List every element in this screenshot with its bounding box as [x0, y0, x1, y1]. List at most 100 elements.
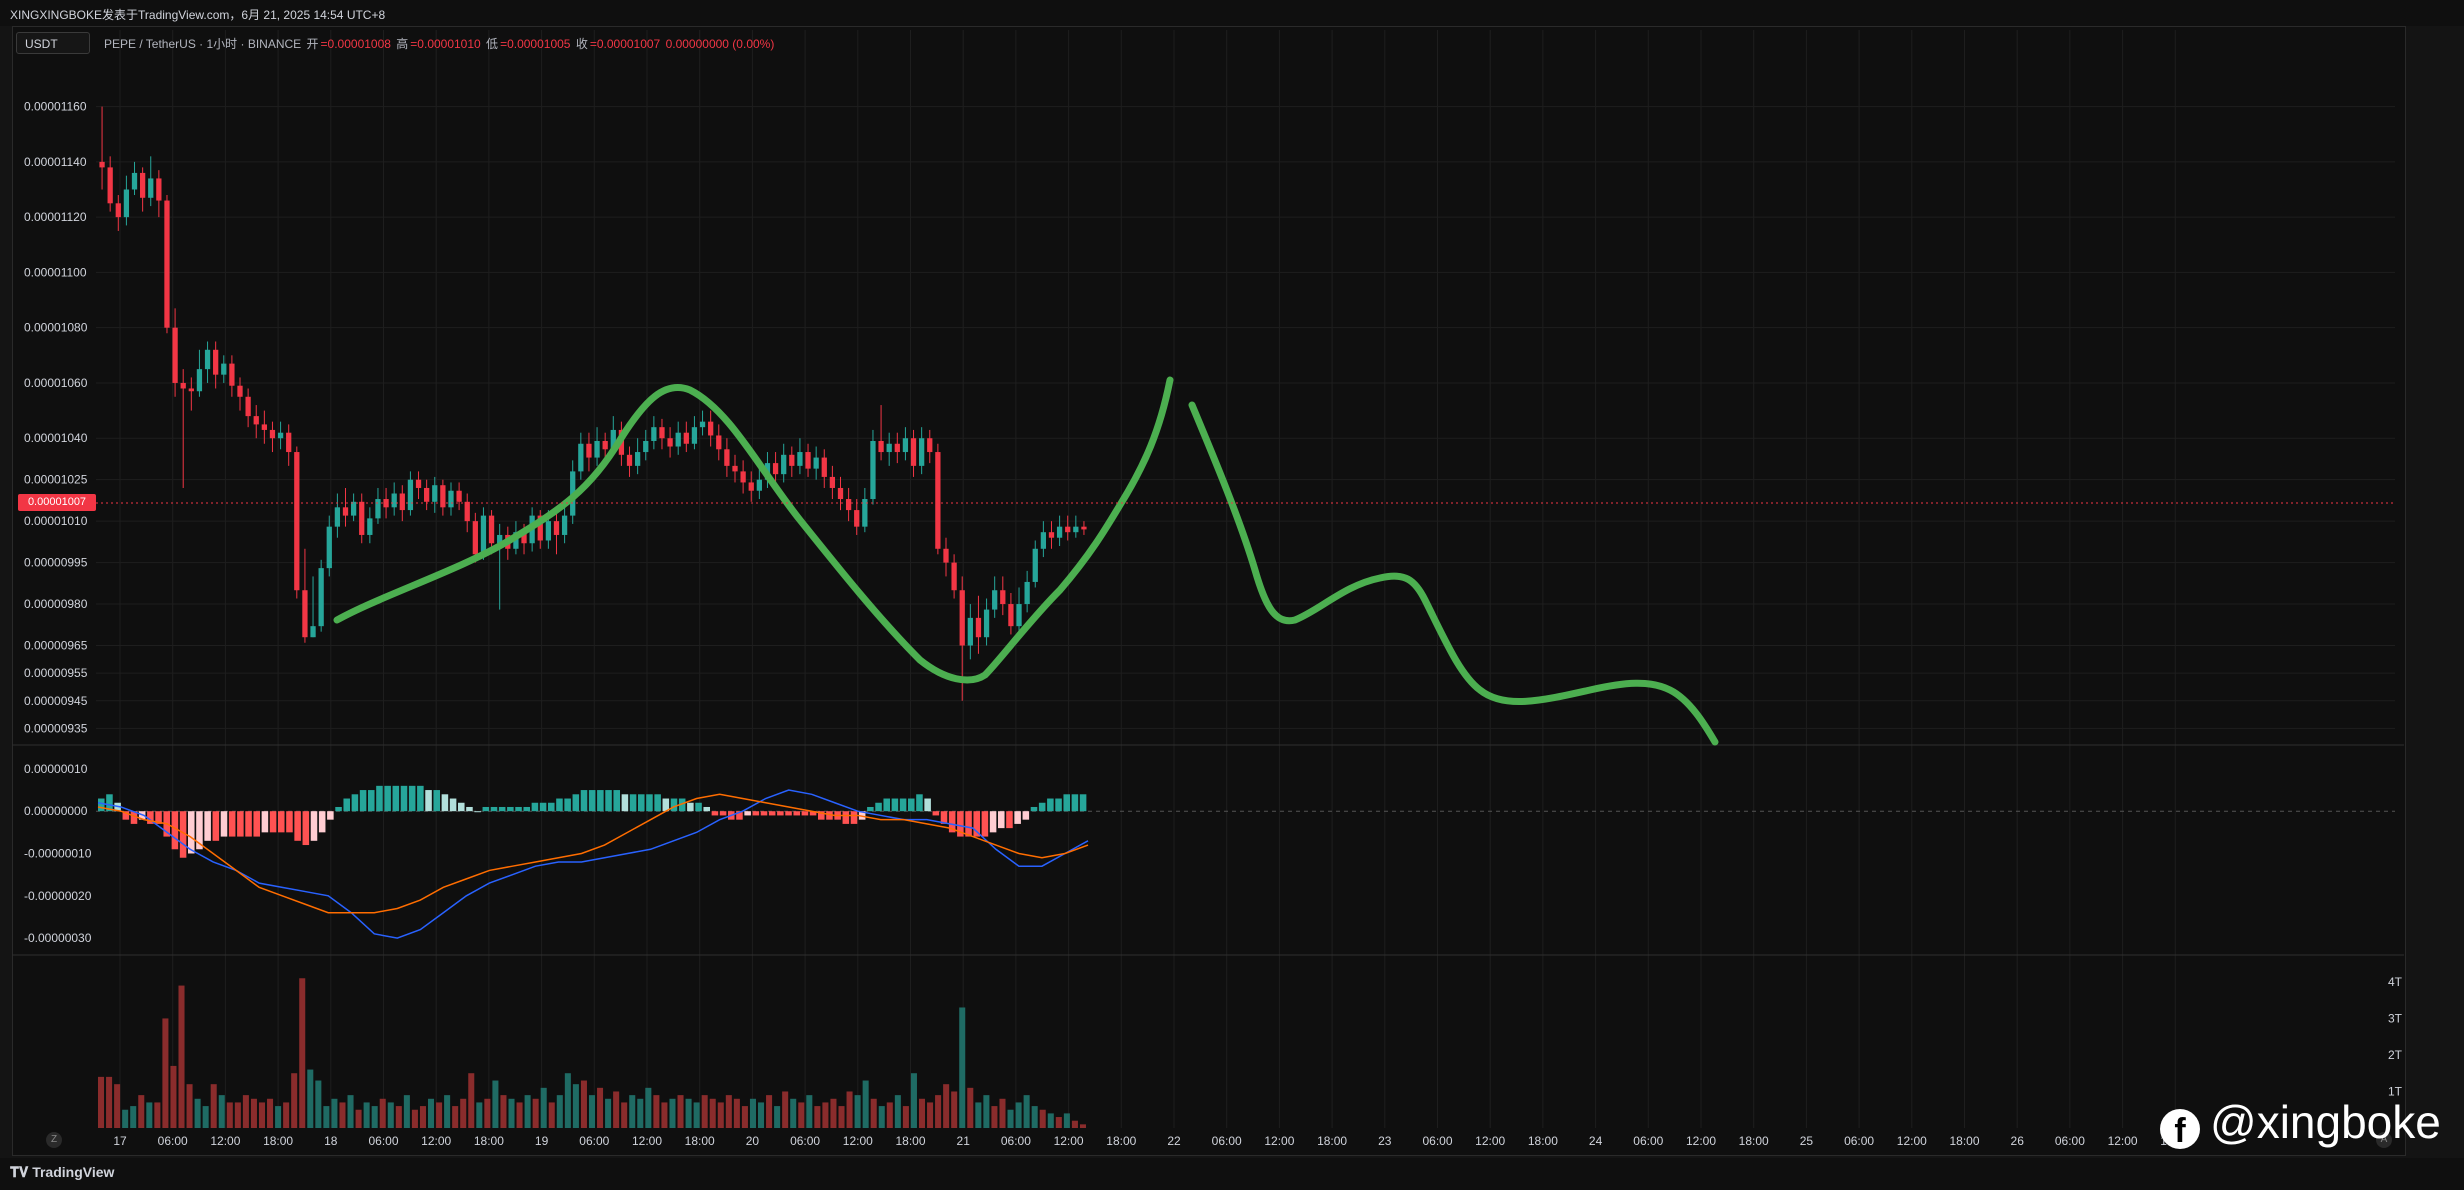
macd-hist-bar	[376, 785, 383, 812]
volume-bar	[1079, 1124, 1086, 1128]
candle-body	[367, 518, 373, 535]
watermark-handle: @xingboke	[2210, 1096, 2441, 1148]
volume-bar	[878, 1106, 885, 1128]
candlestick-series	[99, 106, 1087, 701]
candle-body	[1065, 526, 1071, 533]
macd-hist-bar	[981, 811, 989, 837]
macd-hist-bar	[605, 790, 612, 812]
macd-hist-bar	[261, 811, 269, 833]
candle-body	[1048, 532, 1055, 538]
volume-bar	[524, 1095, 531, 1128]
macd-hist-bar	[899, 798, 907, 812]
candle-body	[927, 438, 933, 453]
macd-hist-bar	[351, 794, 359, 812]
candle-body	[951, 562, 957, 591]
volume-bar	[1063, 1113, 1070, 1128]
candle-body	[781, 454, 787, 475]
volume-bar	[1047, 1113, 1054, 1128]
symbol-search-box[interactable]: USDT	[16, 32, 90, 54]
candle-body	[651, 427, 657, 441]
macd-hist-bar	[621, 794, 629, 812]
volume-bar	[556, 1095, 563, 1128]
candle-body	[1073, 526, 1079, 533]
macd-hist-bar	[768, 811, 776, 816]
macd-hist-bar	[744, 811, 751, 816]
volume-bar	[411, 1109, 418, 1128]
macd-hist-bar	[237, 811, 244, 837]
macd-hist-bar	[867, 806, 874, 812]
macd-hist-bar	[842, 811, 850, 824]
macd-hist-bar	[245, 811, 252, 837]
volume-bar	[170, 1065, 177, 1128]
macd-hist-bar	[253, 811, 260, 837]
macd-hist-bar	[916, 794, 923, 812]
candle-body	[992, 590, 998, 610]
macd-hist-bar	[891, 798, 899, 812]
chart-canvas[interactable]: 0.00001160 0.00001140 0.00001120 0.00001100…	[0, 0, 2464, 1190]
macd-hist-bar	[1022, 811, 1030, 820]
candle-body	[350, 501, 357, 516]
macd-hist-bar	[310, 811, 318, 841]
macd-hist-bar	[335, 806, 342, 812]
macd-hist-bar	[269, 811, 277, 833]
volume-bar	[959, 1007, 966, 1128]
macd-hist-bar	[801, 811, 809, 816]
candle-body	[643, 440, 649, 453]
facebook-icon: f	[2160, 1109, 2200, 1150]
change-value: 0.00000000 (0.00%)	[665, 37, 775, 51]
candle-body	[797, 452, 803, 466]
time-tick-label: 18:00	[1106, 1134, 1136, 1148]
macd-hist-bar	[523, 806, 530, 812]
volume-bar	[999, 1098, 1006, 1128]
candle-body	[237, 385, 243, 397]
volume-bar	[782, 1091, 789, 1128]
zoom-button[interactable]: Z	[46, 1132, 62, 1148]
volume-bar	[918, 1098, 926, 1128]
time-tick-label: 18:00	[685, 1134, 715, 1148]
macd-hist-bar	[98, 798, 105, 812]
price-tick-label: 0.00001120	[24, 210, 87, 224]
macd-hist-bar	[572, 794, 580, 812]
macd-hist-bar	[286, 811, 293, 833]
time-tick-label: 20	[746, 1134, 760, 1148]
macd-tick-label: -0.00000020	[24, 889, 92, 903]
volume-bar	[436, 1102, 443, 1128]
macd-axis: 0.00000010 0.00000000 -0.00000010 -0.000000…	[24, 762, 92, 945]
time-tick-label: 06:00	[1633, 1134, 1663, 1148]
volume-bar	[693, 1102, 700, 1128]
brand-label: TradingView	[32, 1164, 115, 1180]
macd-hist-bar	[408, 785, 416, 812]
candle-body	[586, 443, 592, 458]
volume-bar	[98, 1076, 105, 1128]
macd-hist-bar	[188, 811, 195, 854]
candle-body	[1008, 604, 1014, 627]
macd-hist-bar	[752, 811, 760, 816]
macd-hist-bar	[695, 802, 702, 812]
volume-bar	[564, 1073, 571, 1128]
candle-body	[919, 438, 925, 466]
candle-body	[1016, 604, 1022, 627]
ohlc-legend: PEPE / TetherUS · 1小时 · BINANCE 开 =0.0000…	[104, 35, 776, 52]
macd-hist-bar	[777, 811, 784, 816]
time-tick-label: 18:00	[263, 1134, 293, 1148]
macd-hist-bar	[548, 802, 555, 812]
macd-tick-label: 0.00000000	[24, 804, 88, 818]
candle-body	[229, 363, 235, 386]
low-value: =0.00001005	[500, 37, 571, 51]
macd-hist-bar	[531, 802, 539, 812]
time-tick-label: 06:00	[790, 1134, 820, 1148]
candle-body	[634, 452, 641, 466]
time-tick-label: 12:00	[1264, 1134, 1294, 1148]
volume-bar	[854, 1095, 861, 1128]
macd-hist-bar	[228, 811, 236, 837]
time-tick-label: 18:00	[474, 1134, 504, 1148]
time-tick-label: 18:00	[895, 1134, 925, 1148]
volume-bar	[202, 1106, 209, 1128]
candle-body	[342, 507, 349, 516]
volume-bar	[951, 1091, 958, 1128]
volume-bar	[741, 1106, 748, 1128]
candle-body	[732, 465, 738, 472]
price-tick-label: 0.00000965	[24, 639, 88, 653]
macd-hist-bar	[392, 785, 400, 812]
candle-body	[432, 485, 438, 502]
